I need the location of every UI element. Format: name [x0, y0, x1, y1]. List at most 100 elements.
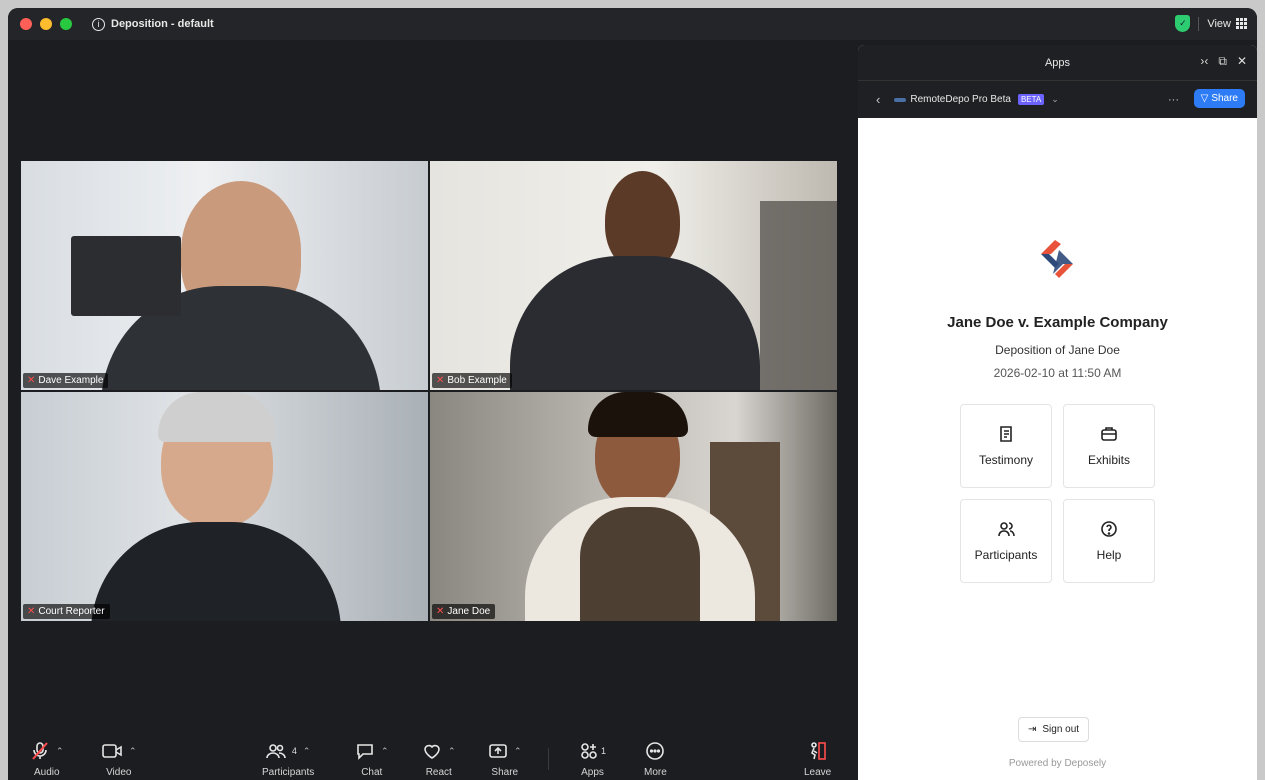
briefcase-icon [1101, 427, 1117, 441]
testimony-label: Testimony [978, 453, 1034, 467]
hair [588, 392, 688, 437]
info-icon[interactable]: i [92, 17, 105, 31]
apps-count: 1 [601, 746, 607, 756]
share-screen-button[interactable]: ⌃ Share [488, 741, 522, 778]
powered-by: Powered by Deposely [1008, 758, 1107, 769]
share-options-chevron-icon[interactable]: ⌃ [514, 746, 522, 757]
share-screen-icon [489, 744, 507, 758]
more-icon [646, 742, 665, 760]
window-title: Deposition - default [111, 18, 214, 30]
video-tile-court-reporter[interactable]: ✕ Court Reporter [21, 392, 428, 621]
leave-button[interactable]: Leave [804, 741, 831, 778]
participants-card[interactable]: Participants [960, 499, 1052, 583]
react-button[interactable]: ⌃ React [422, 741, 456, 778]
app-share-label: Share [1211, 93, 1238, 104]
view-label: View [1207, 17, 1231, 30]
divider [1198, 16, 1200, 31]
exhibits-card[interactable]: Exhibits [1063, 404, 1155, 488]
participants-count: 4 [291, 746, 297, 756]
apps-panel-title: Apps [1044, 56, 1071, 69]
users-icon [998, 522, 1015, 537]
testimony-card[interactable]: Testimony [960, 404, 1052, 488]
audio-options-chevron-icon[interactable]: ⌃ [56, 746, 64, 757]
more-icon-group [645, 741, 665, 761]
apps-panel: Apps ›‹ ⧉ ✕ ‹ RemoteDepo Pro Beta BETA ⌄… [858, 45, 1257, 780]
monitor [71, 236, 181, 316]
app-name: RemoteDepo Pro Beta [910, 94, 1011, 105]
filter-share-icon: ▽ [1200, 93, 1209, 104]
close-icon[interactable]: ✕ [1237, 54, 1247, 69]
security-shield-icon[interactable]: ✓ [1175, 15, 1191, 32]
case-title: Jane Doe v. Example Company [947, 314, 1168, 331]
pop-out-icon[interactable]: ⧉ [1218, 54, 1227, 69]
title-right-controls: ✓ View [1175, 15, 1247, 32]
meeting-info[interactable]: i Deposition - default [92, 17, 214, 31]
apps-panel-header: Apps ›‹ ⧉ ✕ [858, 45, 1257, 80]
app-toolbar: ‹ RemoteDepo Pro Beta BETA ⌄ ··· ▽ Share [858, 80, 1257, 118]
video-tile-dave[interactable]: ✕ Dave Example [21, 161, 428, 390]
participant-name: Bob Example [447, 375, 507, 386]
case-subtitle: Deposition of Jane Doe [995, 343, 1120, 357]
collapse-panel-icon[interactable]: ›‹ [1200, 54, 1208, 69]
apps-icon-group: 1 [579, 741, 606, 761]
participants-label: Participants [262, 767, 315, 778]
participant-name-tag: ✕ Bob Example [432, 373, 512, 388]
minimize-window-button[interactable] [40, 18, 52, 30]
app-selector[interactable]: RemoteDepo Pro Beta BETA ⌄ [894, 94, 1059, 105]
muted-mic-icon: ✕ [27, 375, 36, 386]
audio-button[interactable]: ⌃ Audio [30, 741, 64, 778]
apps-icon [581, 743, 597, 759]
participant-name-tag: ✕ Jane Doe [432, 604, 496, 619]
participants-options-chevron-icon[interactable]: ⌃ [303, 746, 311, 757]
chat-button[interactable]: ⌃ Chat [355, 741, 389, 778]
leave-door-icon [810, 742, 826, 760]
more-label: More [644, 767, 667, 778]
participants-icon-group: 4 ⌃ [266, 741, 311, 761]
window-controls [20, 18, 72, 30]
zoom-window: i Deposition - default ✓ View ✕ Dave Exa… [8, 8, 1257, 780]
audio-icon-group: ⌃ [30, 741, 64, 761]
muted-mic-icon: ✕ [436, 375, 445, 386]
participants-button[interactable]: 4 ⌃ Participants [262, 741, 314, 778]
apps-panel-header-controls: ›‹ ⧉ ✕ [1200, 54, 1247, 69]
shelf [760, 201, 837, 390]
back-arrow-icon[interactable]: ‹ [876, 92, 880, 107]
video-tile-bob[interactable]: ✕ Bob Example [430, 161, 837, 390]
video-label: Video [106, 767, 132, 778]
video-options-chevron-icon[interactable]: ⌃ [129, 746, 137, 757]
participant-name: Dave Example [38, 375, 104, 386]
sign-out-icon: ⇥ [1028, 724, 1037, 735]
muted-microphone-icon [32, 742, 48, 760]
app-share-button[interactable]: ▽ Share [1193, 89, 1245, 108]
meeting-toolbar: ⌃ Audio ⌃ Video 4 ⌃ Participants ⌃ Chat … [8, 732, 856, 780]
grid-view-icon [1236, 18, 1247, 29]
chat-options-chevron-icon[interactable]: ⌃ [381, 746, 389, 757]
view-button[interactable]: View [1207, 18, 1247, 30]
beta-badge: BETA [1017, 94, 1045, 105]
document-icon [1000, 426, 1012, 442]
share-icon-group: ⌃ [488, 741, 522, 761]
video-button[interactable]: ⌃ Video [101, 741, 137, 778]
exhibits-label: Exhibits [1087, 453, 1131, 467]
participants-card-label: Participants [974, 548, 1038, 562]
more-options-icon[interactable]: ··· [1168, 94, 1179, 106]
more-button[interactable]: More [644, 741, 667, 778]
react-options-chevron-icon[interactable]: ⌃ [448, 746, 456, 757]
toolbar-divider [548, 748, 549, 770]
video-icon-group: ⌃ [101, 741, 137, 761]
sign-out-label: Sign out [1042, 724, 1080, 735]
video-tile-jane-doe[interactable]: ✕ Jane Doe [430, 392, 837, 621]
app-logo-icon [894, 97, 907, 102]
close-window-button[interactable] [20, 18, 32, 30]
help-card[interactable]: Help [1063, 499, 1155, 583]
sign-out-button[interactable]: ⇥ Sign out [1018, 717, 1090, 742]
participants-icon [266, 744, 286, 759]
case-datetime: 2026-02-10 at 11:50 AM [993, 366, 1122, 380]
participant-name-tag: ✕ Dave Example [23, 373, 109, 388]
muted-mic-icon: ✕ [27, 606, 36, 617]
apps-label: Apps [581, 767, 604, 778]
maximize-window-button[interactable] [60, 18, 72, 30]
participant-name: Jane Doe [447, 606, 491, 617]
video-grid: ✕ Dave Example ✕ Bob Example ✕ Court Rep… [21, 161, 837, 621]
apps-button[interactable]: 1 Apps [579, 741, 606, 778]
